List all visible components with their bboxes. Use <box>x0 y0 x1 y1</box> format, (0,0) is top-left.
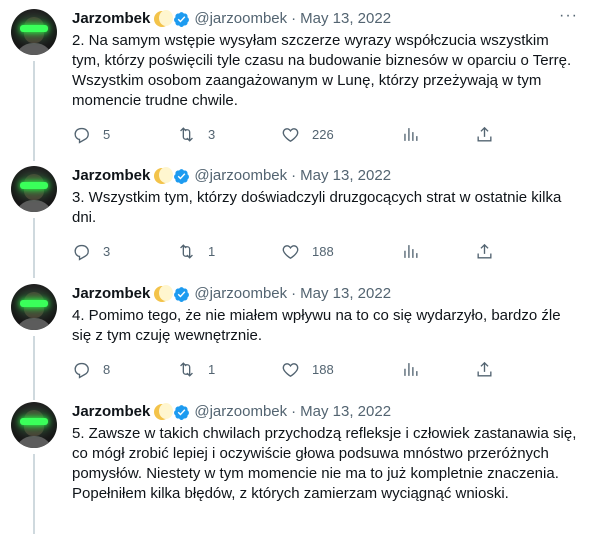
retweet-icon <box>180 243 193 259</box>
thread-connector <box>33 336 35 400</box>
views-button[interactable] <box>401 360 420 379</box>
reply-count: 5 <box>103 126 111 142</box>
tweet-header: Jarzombek @jarzoombek · May 13, 2022 <box>72 9 392 29</box>
like-button[interactable]: 226 <box>281 125 334 144</box>
retweet-button[interactable]: 1 <box>177 360 215 379</box>
retweet-count: 3 <box>208 126 216 142</box>
reply-icon <box>74 127 89 144</box>
tweet-header: Jarzombek @jarzoombek · May 13, 2022 <box>72 166 392 186</box>
author-handle[interactable]: @jarzoombek <box>194 402 287 422</box>
like-button[interactable]: 188 <box>281 360 334 379</box>
tweet-header: Jarzombek @jarzoombek · May 13, 2022 <box>72 402 392 422</box>
heart-icon <box>282 244 299 259</box>
verified-badge-icon <box>174 11 190 27</box>
like-count: 226 <box>312 126 334 142</box>
author-name[interactable]: Jarzombek <box>72 284 150 304</box>
reply-count: 3 <box>103 243 111 259</box>
reply-count: 8 <box>103 361 111 377</box>
tweet-text: 4. Pomimo tego, że nie miałem wpływu na … <box>72 307 565 344</box>
author-handle[interactable]: @jarzoombek <box>194 166 287 186</box>
heart-icon <box>282 362 299 377</box>
views-button[interactable] <box>401 125 420 144</box>
heart-icon <box>282 127 299 142</box>
reply-icon <box>74 244 89 261</box>
tweet-date[interactable]: May 13, 2022 <box>300 402 391 422</box>
verified-badge-icon <box>174 404 190 420</box>
tweet-text: 3. Wszystkim tym, którzy doświadczyli dr… <box>72 189 566 226</box>
tweet-date[interactable]: May 13, 2022 <box>300 9 391 29</box>
more-options-icon[interactable]: ··· <box>559 8 578 24</box>
avatar[interactable] <box>11 402 57 448</box>
views-button[interactable] <box>401 242 420 261</box>
moon-emoji-icon <box>154 167 174 184</box>
retweet-count: 1 <box>208 243 216 259</box>
share-icon <box>477 243 492 259</box>
tweet-text: 2. Na samym wstępie wysyłam szczerze wyr… <box>72 32 576 109</box>
retweet-button[interactable]: 3 <box>177 125 215 144</box>
verified-badge-icon <box>174 168 190 184</box>
analytics-icon <box>404 127 418 141</box>
share-button[interactable] <box>475 125 494 144</box>
like-count: 188 <box>312 361 334 377</box>
author-handle[interactable]: @jarzoombek <box>194 9 287 29</box>
share-icon <box>477 361 492 377</box>
tweet-thread: Jarzombek @jarzoombek · May 13, 2022 ···… <box>0 0 592 534</box>
moon-emoji-icon <box>154 285 174 302</box>
retweet-button[interactable]: 1 <box>177 242 215 261</box>
verified-badge-icon <box>174 286 190 302</box>
share-button[interactable] <box>475 242 494 261</box>
reply-button[interactable]: 5 <box>72 125 110 144</box>
author-name[interactable]: Jarzombek <box>72 9 150 29</box>
reply-button[interactable]: 3 <box>72 242 110 261</box>
like-count: 188 <box>312 243 334 259</box>
thread-connector <box>33 61 35 161</box>
reply-button[interactable]: 8 <box>72 360 110 379</box>
tweet-header: Jarzombek @jarzoombek · May 13, 2022 <box>72 284 392 304</box>
share-icon <box>477 126 492 142</box>
tweet-text: 5. Zawsze w takich chwilach przychodzą r… <box>72 425 581 502</box>
thread-connector <box>33 218 35 278</box>
author-handle[interactable]: @jarzoombek <box>194 284 287 304</box>
reply-icon <box>74 362 89 379</box>
moon-emoji-icon <box>154 403 174 420</box>
moon-emoji-icon <box>154 10 174 27</box>
avatar[interactable] <box>11 9 57 55</box>
like-button[interactable]: 188 <box>281 242 334 261</box>
analytics-icon <box>404 244 418 258</box>
author-name[interactable]: Jarzombek <box>72 402 150 422</box>
avatar[interactable] <box>11 284 57 330</box>
share-button[interactable] <box>475 360 494 379</box>
author-name[interactable]: Jarzombek <box>72 166 150 186</box>
thread-connector <box>33 454 35 534</box>
retweet-icon <box>180 126 193 142</box>
analytics-icon <box>404 362 418 376</box>
retweet-icon <box>180 361 193 377</box>
tweet-date[interactable]: May 13, 2022 <box>300 284 391 304</box>
retweet-count: 1 <box>208 361 216 377</box>
tweet-date[interactable]: May 13, 2022 <box>300 166 391 186</box>
avatar[interactable] <box>11 166 57 212</box>
